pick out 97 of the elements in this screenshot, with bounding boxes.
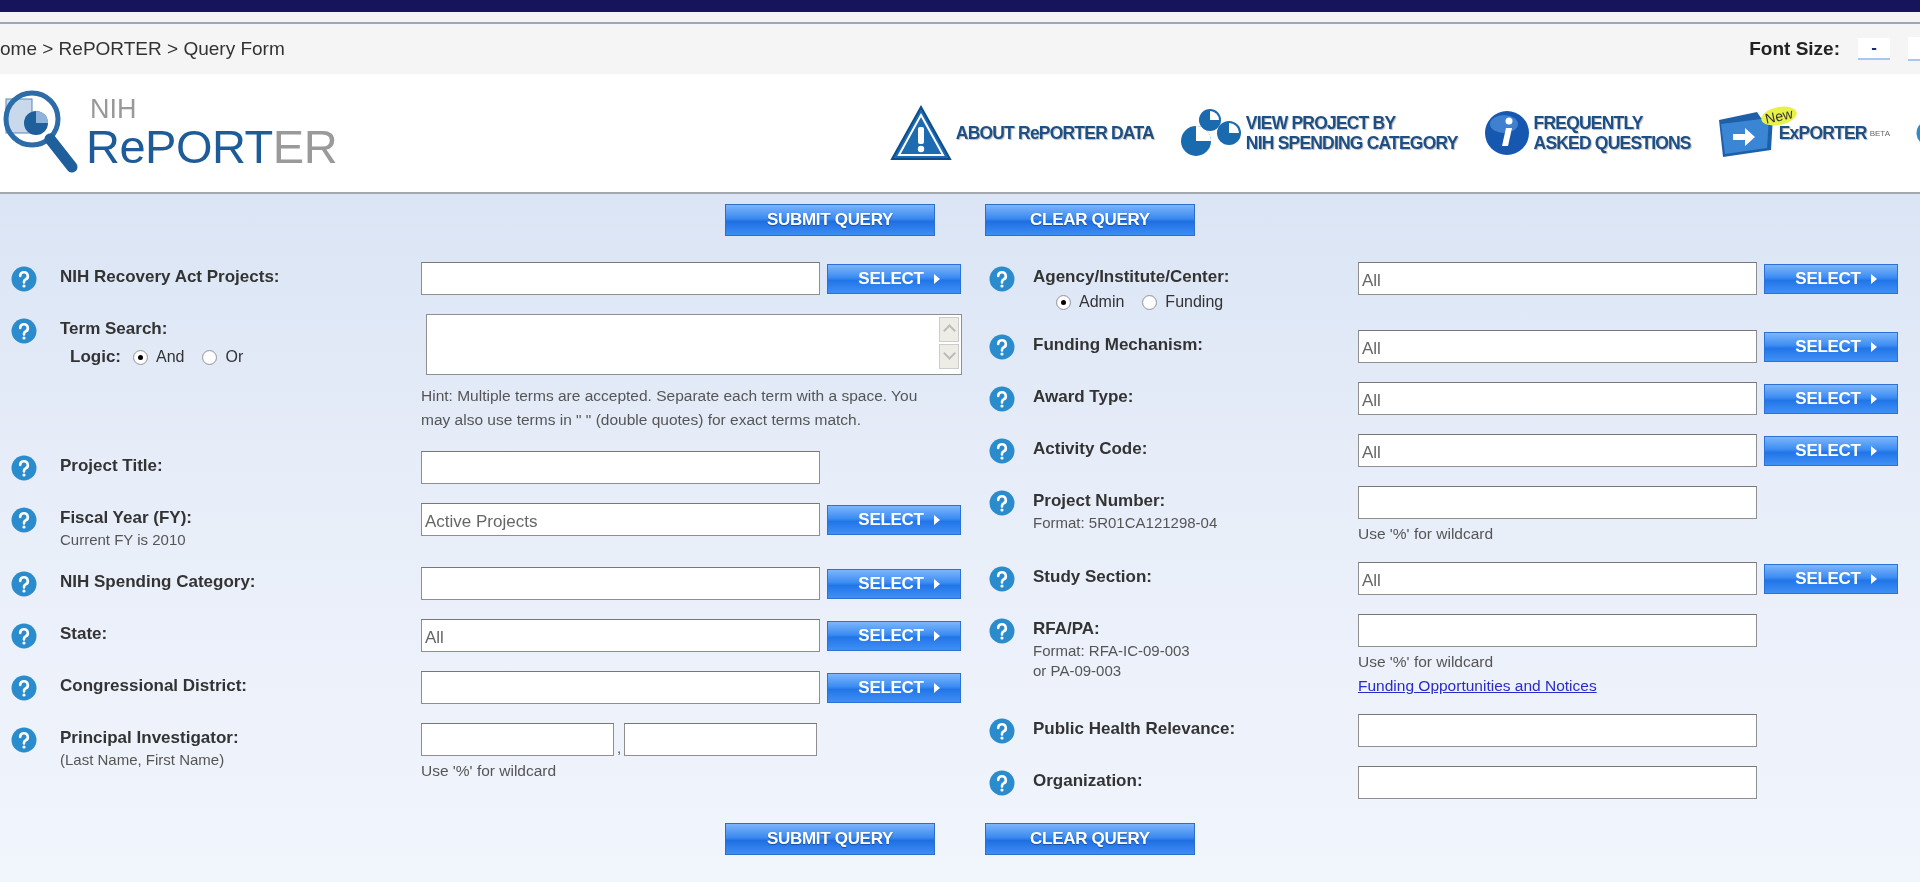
field-label: NIH Recovery Act Projects: [60,267,281,287]
text-field[interactable]: All [1358,382,1757,415]
radio-label: Or [225,348,244,366]
field-label: Study Section: [1033,567,1153,587]
field-label: Project Title: [60,456,164,477]
text-field[interactable]: Active Projects [421,503,820,537]
radio-button[interactable] [202,349,218,365]
help-icon[interactable] [11,507,37,534]
search-hint: Hint: Multiple terms are accepted. Separate each term with a space. You may also use terms in " " (double quotes) for exact terms match. [421,386,919,430]
help-icon[interactable] [989,266,1015,292]
warning-icon[interactable] [889,105,952,161]
font-size-label: Font Size: [1749,38,1840,60]
select-button[interactable]: SELECT [827,504,961,535]
wildcard-note: Use '%' for wildcard [421,762,558,781]
field-hint: Format: 5R01CA121298-04 [1033,514,1219,531]
select-button[interactable]: SELECT [827,568,961,599]
text-field[interactable]: All [1358,262,1757,295]
field-label: RFA/PA: [1033,619,1101,639]
field-hint: Current FY is 2010 [60,531,187,549]
separator-text: , [617,739,622,757]
pie-chart-icon[interactable] [1179,107,1242,159]
text-field[interactable] [421,262,820,295]
select-button[interactable]: SELECT [827,672,961,703]
query-button[interactable]: CLEAR QUERY [985,823,1195,855]
text-field[interactable] [1358,714,1757,747]
help-icon[interactable] [11,623,37,650]
field-label: NIH Spending Category: [60,572,257,593]
text-field[interactable]: All [1358,562,1757,595]
wildcard-note: Use '%' for wildcard [1358,653,1495,671]
funding-link[interactable]: Funding Opportunities and Notices [1358,677,1597,695]
help-icon[interactable] [989,438,1015,464]
help-icon[interactable] [989,566,1015,592]
last-name-field[interactable] [421,723,614,757]
field-label: Award Type: [1033,387,1135,407]
radio-button[interactable] [1142,294,1158,310]
field-label: Project Number: [1033,491,1167,511]
field-label: Term Search: [60,319,169,339]
query-button[interactable]: SUBMIT QUERY [725,204,935,236]
field-label: Public Health Relevance: [1033,719,1237,739]
field-label: Fiscal Year (FY): [60,508,193,529]
select-button[interactable]: SELECT [827,263,961,294]
select-button[interactable]: SELECT [1764,435,1898,466]
help-icon[interactable] [989,618,1015,644]
help-icon[interactable] [11,675,37,702]
select-button[interactable]: SELECT [1764,263,1898,294]
help-icon[interactable] [989,718,1015,744]
field-hint: or PA-09-003 [1033,662,1123,679]
info-icon[interactable] [1483,110,1530,156]
text-field[interactable]: All [421,619,820,653]
field-label: Congressional District: [60,676,249,697]
help-icon[interactable] [989,490,1015,516]
radio-button[interactable] [133,349,148,365]
breadcrumb: ome > RePORTER > Query Form [0,38,285,60]
help-icon[interactable] [11,571,37,598]
text-field[interactable] [421,567,820,601]
radio-button[interactable] [1056,294,1071,310]
text-field[interactable] [421,451,820,485]
query-button[interactable]: SUBMIT QUERY [725,823,935,855]
help-icon[interactable] [989,770,1015,796]
nav-link[interactable]: VIEW PROJECT BY NIH SPENDING CATEGORY [1245,112,1458,154]
help-icon[interactable] [989,334,1015,360]
first-name-field[interactable] [624,723,818,757]
help-icon[interactable] [989,386,1015,412]
font-size-button[interactable]: - [1858,38,1890,60]
logic-label: Logic: [70,347,121,367]
select-button[interactable]: SELECT [1764,331,1898,362]
text-field[interactable] [1358,614,1757,647]
field-label: State: [60,624,109,645]
wildcard-note: Use '%' for wildcard [1358,525,1495,543]
select-button[interactable]: SELECT [1764,383,1898,414]
text-field[interactable] [1358,486,1757,519]
text-field[interactable]: All [1358,330,1757,363]
field-label: Activity Code: [1033,439,1149,459]
field-label: Funding Mechanism: [1033,335,1204,355]
logo-small-text: NIH [90,96,138,123]
select-button[interactable]: SELECT [827,620,961,651]
text-field[interactable] [1358,766,1757,799]
help-icon[interactable] [11,266,37,292]
field-label: Agency/Institute/Center: [1033,267,1231,287]
query-button[interactable]: CLEAR QUERY [985,204,1195,236]
help-icon[interactable] [11,318,37,344]
logo-text: RePORTER [86,123,338,170]
radio-label: Admin [1079,293,1125,311]
field-hint: Format: RFA-IC-09-003 [1033,642,1191,659]
text-field[interactable]: All [1358,434,1757,467]
help-icon[interactable] [11,455,37,482]
field-hint: (Last Name, First Name) [60,751,226,769]
text-field[interactable] [421,671,820,705]
help-icon[interactable] [11,727,37,754]
radio-label: And [156,348,185,366]
select-button[interactable]: SELECT [1764,563,1898,594]
radio-label: Funding [1165,293,1224,311]
field-label: Principal Investigator: [60,728,240,749]
nav-link[interactable]: ABOUT RePORTER DATA [955,122,1154,144]
nav-link[interactable]: FREQUENTLY ASKED QUESTIONS [1533,112,1691,154]
field-label: Organization: [1033,771,1144,791]
beta-label: BETA [1869,128,1890,138]
